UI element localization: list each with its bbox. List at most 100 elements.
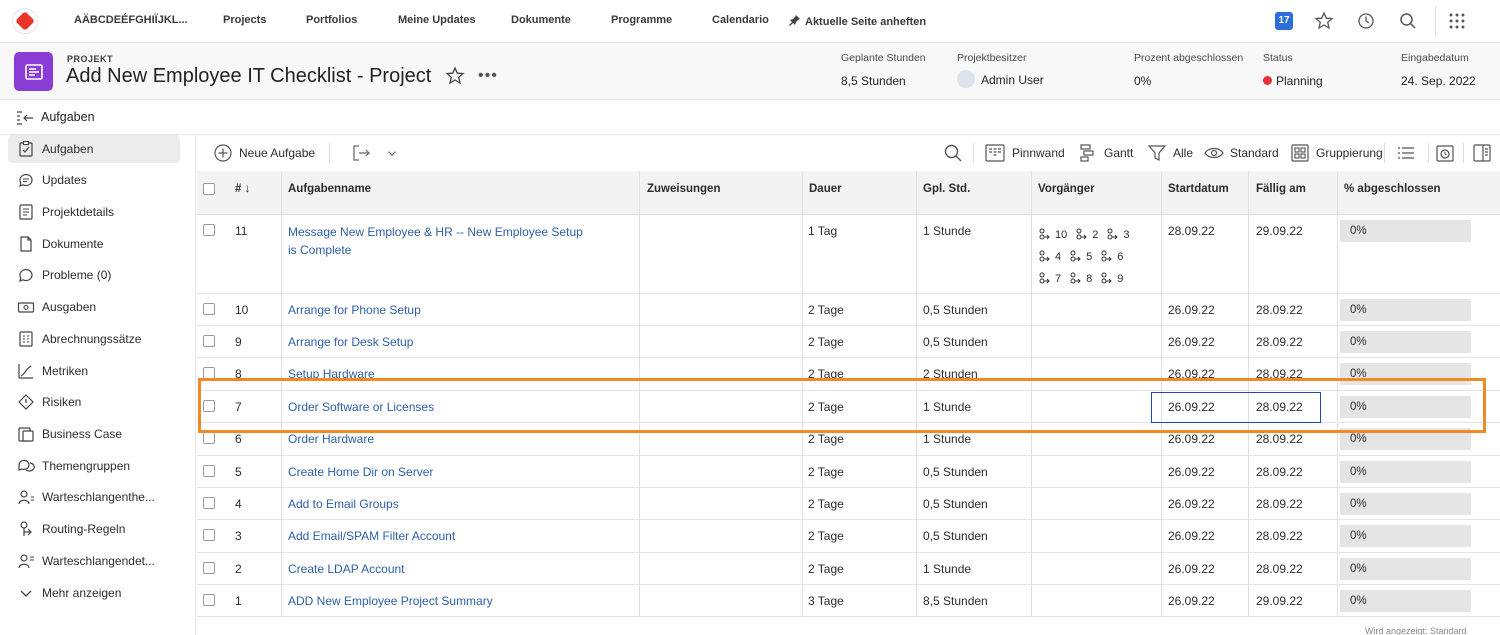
sidebar-item-aufgaben[interactable]: Aufgaben bbox=[8, 135, 180, 163]
percent-complete-bar[interactable]: 0% bbox=[1340, 363, 1471, 385]
task-name-link[interactable]: Create Home Dir on Server bbox=[288, 463, 588, 481]
table-row[interactable]: 4 Add to Email Groups 2 Tage 0,5 Stunden 26.… bbox=[197, 488, 1500, 520]
task-planned-hours[interactable]: 1 Stunde bbox=[923, 400, 971, 414]
predecessor-link[interactable]: 2 bbox=[1076, 224, 1098, 246]
task-planned-hours[interactable]: 1 Stunde bbox=[923, 224, 971, 238]
row-checkbox[interactable] bbox=[203, 529, 215, 541]
task-due-date[interactable]: 29.09.22 bbox=[1256, 224, 1303, 238]
column-header-task-name[interactable]: Aufgabenname bbox=[288, 183, 371, 195]
task-start-date[interactable]: 26.09.22 bbox=[1168, 303, 1215, 317]
notification-badge[interactable]: 17 bbox=[1275, 12, 1293, 30]
row-checkbox[interactable] bbox=[203, 335, 215, 347]
task-due-date[interactable]: 28.09.22 bbox=[1256, 335, 1303, 349]
row-checkbox[interactable] bbox=[203, 465, 215, 477]
sidebar-item-documents[interactable]: Dokumente bbox=[8, 230, 180, 258]
column-header-due-date[interactable]: Fällig am bbox=[1256, 183, 1306, 195]
row-checkbox[interactable] bbox=[203, 432, 215, 444]
gantt-view-button[interactable]: Gantt bbox=[1078, 143, 1133, 163]
task-start-date[interactable]: 26.09.22 bbox=[1168, 367, 1215, 381]
percent-complete-bar[interactable]: 0% bbox=[1340, 299, 1471, 321]
list-options-icon[interactable] bbox=[1396, 143, 1422, 163]
task-duration[interactable]: 2 Tage bbox=[808, 497, 844, 511]
grid-icon[interactable] bbox=[1447, 11, 1467, 31]
sidebar-item-issues[interactable]: Probleme (0) bbox=[8, 261, 180, 289]
history-icon[interactable] bbox=[1356, 11, 1376, 31]
owner-name[interactable]: Admin User bbox=[981, 73, 1044, 87]
table-row[interactable]: 5 Create Home Dir on Server 2 Tage 0,5 Stun… bbox=[197, 456, 1500, 488]
task-duration[interactable]: 2 Tage bbox=[808, 465, 844, 479]
percent-complete-bar[interactable]: 0% bbox=[1340, 493, 1471, 515]
task-duration[interactable]: 1 Tag bbox=[808, 224, 837, 238]
percent-complete-bar[interactable]: 0% bbox=[1340, 396, 1471, 418]
task-start-date[interactable]: 26.09.22 bbox=[1168, 465, 1215, 479]
task-due-date[interactable]: 28.09.22 bbox=[1256, 400, 1303, 414]
task-due-date[interactable]: 28.09.22 bbox=[1256, 562, 1303, 576]
predecessor-link[interactable]: 10 bbox=[1039, 224, 1067, 246]
table-row[interactable]: 9 Arrange for Desk Setup 2 Tage 0,5 Stunden… bbox=[197, 326, 1500, 358]
task-due-date[interactable]: 28.09.22 bbox=[1256, 303, 1303, 317]
collapse-sidebar-icon[interactable] bbox=[16, 110, 34, 126]
task-duration[interactable]: 3 Tage bbox=[808, 594, 844, 608]
task-duration[interactable]: 2 Tage bbox=[808, 303, 844, 317]
brand-name[interactable]: AÄBCDEÉFGHIÏJKL... bbox=[74, 14, 188, 26]
task-due-date[interactable]: 29.09.22 bbox=[1256, 594, 1303, 608]
predecessor-link[interactable]: 5 bbox=[1070, 246, 1092, 268]
task-name-link[interactable]: Create LDAP Account bbox=[288, 560, 588, 578]
task-name-link[interactable]: Setup Hardware bbox=[288, 365, 588, 383]
task-name-link[interactable]: Message New Employee & HR -- New Employe… bbox=[288, 223, 588, 259]
column-header-predecessors[interactable]: Vorgänger bbox=[1038, 183, 1095, 195]
sidebar-item-routing-rules[interactable]: Routing-Regeln bbox=[8, 515, 180, 543]
task-planned-hours[interactable]: 1 Stunde bbox=[923, 562, 971, 576]
task-planned-hours[interactable]: 0,5 Stunden bbox=[923, 335, 988, 349]
task-start-date[interactable]: 26.09.22 bbox=[1168, 562, 1215, 576]
task-duration[interactable]: 2 Tage bbox=[808, 367, 844, 381]
view-button[interactable]: Standard bbox=[1204, 143, 1279, 163]
board-view-button[interactable]: Pinnwand bbox=[984, 143, 1065, 163]
percent-complete-bar[interactable]: 0% bbox=[1340, 590, 1471, 612]
table-row[interactable]: 7 Order Software or Licenses 2 Tage 1 Stund… bbox=[197, 391, 1500, 423]
grouping-button[interactable]: Gruppierung bbox=[1290, 143, 1383, 163]
column-header-planned-hours[interactable]: Gpl. Std. bbox=[923, 183, 970, 195]
task-start-date[interactable]: 26.09.22 bbox=[1168, 529, 1215, 543]
new-task-button[interactable]: Neue Aufgabe bbox=[213, 143, 315, 163]
task-duration[interactable]: 2 Tage bbox=[808, 335, 844, 349]
select-all-checkbox[interactable] bbox=[203, 183, 215, 195]
task-duration[interactable]: 2 Tage bbox=[808, 432, 844, 446]
predecessor-link[interactable]: 8 bbox=[1070, 268, 1092, 290]
row-checkbox[interactable] bbox=[203, 497, 215, 509]
task-name-link[interactable]: Order Software or Licenses bbox=[288, 398, 588, 416]
task-due-date[interactable]: 28.09.22 bbox=[1256, 497, 1303, 511]
predecessor-link[interactable]: 6 bbox=[1101, 246, 1123, 268]
row-checkbox[interactable] bbox=[203, 303, 215, 315]
table-row[interactable]: 1 ADD New Employee Project Summary 3 Tage 8… bbox=[197, 585, 1500, 617]
column-header-start-date[interactable]: Startdatum bbox=[1168, 183, 1229, 195]
task-planned-hours[interactable]: 0,5 Stunden bbox=[923, 529, 988, 543]
task-duration[interactable]: 2 Tage bbox=[808, 562, 844, 576]
task-planned-hours[interactable]: 1 Stunde bbox=[923, 432, 971, 446]
task-due-date[interactable]: 28.09.22 bbox=[1256, 432, 1303, 446]
filter-button[interactable]: Alle bbox=[1147, 143, 1193, 163]
column-header-assignments[interactable]: Zuweisungen bbox=[647, 183, 720, 195]
favorite-star-icon[interactable] bbox=[445, 66, 465, 86]
sidebar-item-topic-groups[interactable]: Themengruppen bbox=[8, 452, 180, 480]
sidebar-item-risks[interactable]: Risiken bbox=[8, 388, 180, 416]
star-icon[interactable] bbox=[1314, 11, 1334, 31]
predecessor-link[interactable]: 4 bbox=[1039, 246, 1061, 268]
sidebar-item-expenses[interactable]: Ausgaben bbox=[8, 293, 180, 321]
show-more-button[interactable]: Mehr anzeigen bbox=[8, 579, 180, 607]
task-planned-hours[interactable]: 0,5 Stunden bbox=[923, 303, 988, 317]
sidebar-item-business-case[interactable]: Business Case bbox=[8, 420, 180, 448]
task-start-date[interactable]: 26.09.22 bbox=[1168, 400, 1215, 414]
row-checkbox[interactable] bbox=[203, 562, 215, 574]
task-start-date[interactable]: 28.09.22 bbox=[1168, 224, 1215, 238]
task-start-date[interactable]: 26.09.22 bbox=[1168, 497, 1215, 511]
task-due-date[interactable]: 28.09.22 bbox=[1256, 367, 1303, 381]
predecessor-link[interactable]: 7 bbox=[1039, 268, 1061, 290]
task-planned-hours[interactable]: 2 Stunden bbox=[923, 367, 978, 381]
sidebar-item-queue-topics[interactable]: Warteschlangenthe... bbox=[8, 483, 180, 511]
nav-documents[interactable]: Dokumente bbox=[511, 14, 571, 26]
pin-page-button[interactable]: Aktuelle Seite anheften bbox=[789, 14, 926, 28]
search-icon[interactable] bbox=[1398, 11, 1418, 31]
column-header-number[interactable]: # ↓ bbox=[235, 183, 250, 195]
nav-projects[interactable]: Projects bbox=[223, 14, 266, 26]
